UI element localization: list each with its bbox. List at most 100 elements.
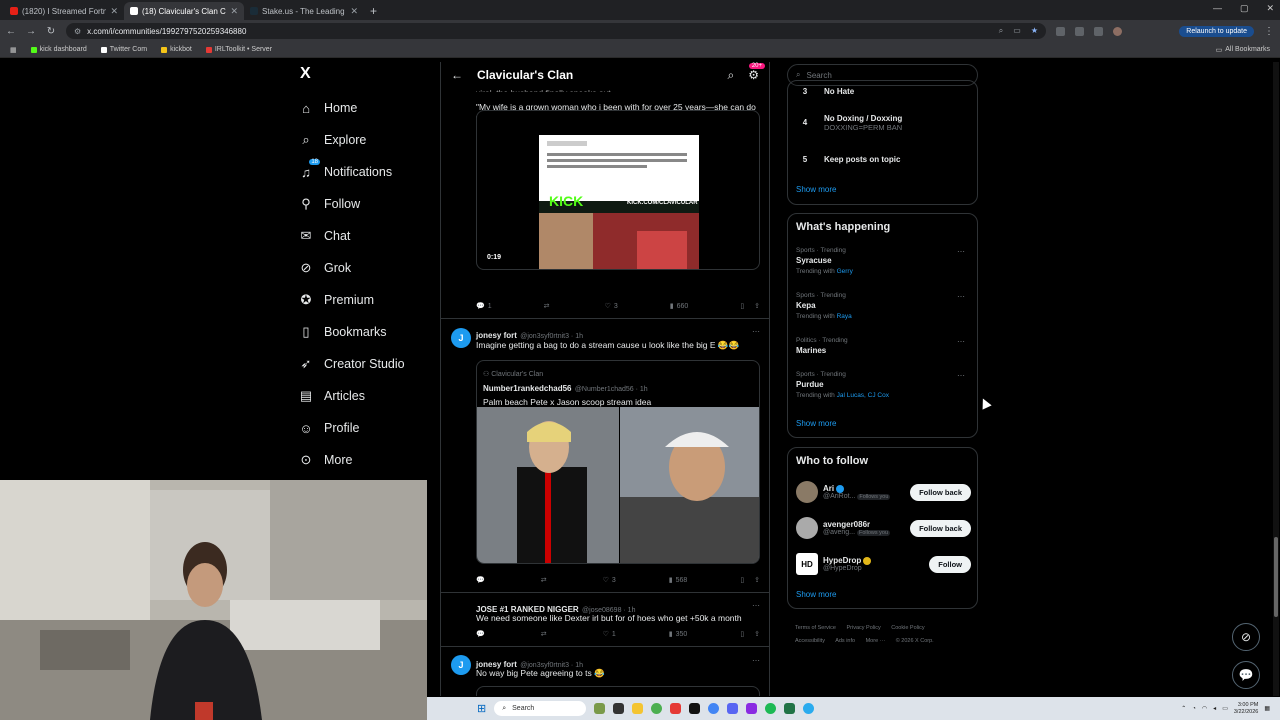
sidebar-item-bookmarks[interactable]: ▯ Bookmarks bbox=[298, 316, 438, 348]
repost-button[interactable]: ⇄ bbox=[541, 576, 550, 584]
downloads-icon[interactable] bbox=[1094, 26, 1103, 36]
more-options-icon[interactable]: ⋯ bbox=[752, 601, 760, 610]
sidebar-item-more[interactable]: ⊙ More bbox=[298, 444, 438, 476]
bookmark-icon[interactable]: ▯ bbox=[740, 576, 744, 584]
share-icon[interactable]: ⇪ bbox=[754, 302, 760, 310]
like-button[interactable]: ♡ 3 bbox=[605, 302, 618, 311]
messages-button[interactable]: 💬 bbox=[1232, 661, 1260, 689]
more-options-icon[interactable]: ⋯ bbox=[957, 371, 965, 380]
quoted-post-preview[interactable] bbox=[476, 686, 760, 696]
forward-icon[interactable]: → bbox=[26, 26, 36, 37]
quoted-post[interactable]: ⚇ Clavicular's Clan Number1rankedchad56 … bbox=[476, 360, 760, 564]
bookmark-item[interactable]: Twitter Com bbox=[100, 46, 147, 53]
maximize-icon[interactable]: ▢ bbox=[1240, 3, 1249, 14]
obs-icon[interactable] bbox=[689, 703, 701, 714]
sidebar-item-explore[interactable]: ⌕ Explore bbox=[298, 124, 438, 156]
scrollbar-thumb[interactable] bbox=[1274, 537, 1278, 617]
more-options-icon[interactable]: ⋯ bbox=[752, 656, 760, 665]
grok-button[interactable]: ⊘ bbox=[1232, 623, 1260, 651]
show-more-link[interactable]: Show more bbox=[796, 590, 836, 599]
sidebar-item-grok[interactable]: ⊘ Grok bbox=[298, 252, 438, 284]
post-video[interactable]: KICK KICK.COM/CLAVICULAR 0:19 bbox=[476, 110, 760, 270]
views-button[interactable]: ▮ 350 bbox=[669, 630, 688, 639]
follow-suggestion[interactable]: Ari @AriRot... Follows you Follow back bbox=[796, 480, 971, 504]
follow-suggestion[interactable]: HD HypeDrop @HypeDrop Follow bbox=[796, 552, 971, 576]
browser-tab[interactable]: (1820) I Streamed Fortnite for 1 ✕ bbox=[4, 2, 124, 20]
trend-item[interactable]: Politics · Trending Marines ⋯ bbox=[796, 337, 971, 355]
like-button[interactable]: ♡ 3 bbox=[603, 576, 616, 585]
relaunch-button[interactable]: Relaunch to update bbox=[1179, 25, 1254, 37]
follow-suggestion[interactable]: avenger086r @aveng... Follows you Follow … bbox=[796, 516, 971, 540]
show-more-link[interactable]: Show more bbox=[796, 419, 836, 428]
close-window-icon[interactable]: ✕ bbox=[1266, 3, 1274, 14]
footer-link[interactable]: Accessibility bbox=[795, 638, 825, 644]
extension-icon[interactable] bbox=[1075, 26, 1084, 36]
sidebar-item-notifications[interactable]: ♫ 18 Notifications bbox=[298, 156, 438, 188]
back-icon[interactable]: ← bbox=[6, 26, 16, 37]
volume-icon[interactable]: ◂ bbox=[1213, 705, 1216, 712]
sidebar-item-premium[interactable]: ✪ Premium bbox=[298, 284, 438, 316]
reply-button[interactable]: 💬 bbox=[476, 576, 488, 584]
taskbar-app-icon[interactable] bbox=[594, 703, 606, 714]
footer-link[interactable]: Ads info bbox=[835, 638, 855, 644]
apps-icon[interactable]: ▦ bbox=[10, 46, 17, 54]
follow-back-button[interactable]: Follow back bbox=[910, 483, 971, 501]
notification-center-icon[interactable]: ▦ bbox=[1264, 705, 1270, 712]
close-icon[interactable]: ✕ bbox=[110, 6, 118, 17]
extension-icon[interactable] bbox=[1056, 26, 1065, 36]
avatar[interactable]: J bbox=[451, 655, 471, 675]
trend-with-link[interactable]: Gerry bbox=[837, 268, 853, 275]
footer-link[interactable]: Terms of Service bbox=[795, 625, 836, 631]
search-icon[interactable]: ⌕ bbox=[728, 68, 735, 83]
footer-link[interactable]: More ··· bbox=[866, 638, 886, 644]
back-arrow-icon[interactable]: ← bbox=[451, 68, 463, 82]
excel-icon[interactable] bbox=[784, 703, 796, 714]
reply-button[interactable]: 💬 bbox=[476, 630, 488, 638]
sidebar-item-chat[interactable]: ✉ Chat bbox=[298, 220, 438, 252]
minimize-icon[interactable]: — bbox=[1213, 3, 1222, 14]
trend-item[interactable]: Sports · Trending Syracuse Trending with… bbox=[796, 247, 971, 275]
repost-button[interactable]: ⇄ bbox=[544, 302, 553, 310]
menu-icon[interactable]: ⋮ bbox=[1264, 26, 1274, 37]
taskbar-app-icon[interactable] bbox=[746, 703, 758, 714]
bookmark-icon[interactable]: ▯ bbox=[740, 302, 744, 310]
cast-icon[interactable]: ▭ bbox=[1013, 26, 1021, 36]
x-logo[interactable]: X bbox=[300, 62, 438, 86]
follow-back-button[interactable]: Follow back bbox=[910, 519, 971, 537]
sidebar-item-follow[interactable]: ⚲ Follow bbox=[298, 188, 438, 220]
new-tab-button[interactable]: + bbox=[370, 4, 377, 18]
show-more-link[interactable]: Show more bbox=[796, 185, 836, 194]
trend-item[interactable]: Sports · Trending Kepa Trending with Ray… bbox=[796, 292, 971, 320]
all-bookmarks[interactable]: ▭ All Bookmarks bbox=[1216, 46, 1270, 54]
windows-start-icon[interactable]: ⊞ bbox=[477, 702, 486, 715]
sidebar-item-home[interactable]: ⌂ Home bbox=[298, 92, 438, 124]
post-author[interactable]: jonesy fort bbox=[476, 331, 517, 340]
address-bar[interactable]: ⚙ x.com/i/communities/199279752025934688… bbox=[66, 23, 1046, 39]
footer-link[interactable]: Privacy Policy bbox=[847, 625, 881, 631]
reply-button[interactable]: 💬 1 bbox=[476, 302, 492, 311]
more-options-icon[interactable]: ⋯ bbox=[752, 327, 760, 336]
file-explorer-icon[interactable] bbox=[632, 703, 644, 714]
views-button[interactable]: ▮ 568 bbox=[669, 576, 688, 585]
repost-button[interactable]: ⇄ bbox=[541, 630, 550, 638]
bookmark-item[interactable]: kickbot bbox=[161, 46, 192, 53]
settings-icon[interactable]: ⚙ 20+ bbox=[748, 63, 765, 82]
views-button[interactable]: ▮ 660 bbox=[670, 302, 689, 311]
taskbar-app-icon[interactable] bbox=[670, 703, 682, 714]
chrome-icon[interactable] bbox=[651, 703, 663, 714]
browser-tab[interactable]: Stake.us - The Leading Social C ✕ bbox=[244, 2, 364, 20]
bookmark-icon[interactable]: ▯ bbox=[740, 630, 744, 638]
browser-tab-active[interactable]: (18) Clavicular's Clan Commun ✕ bbox=[124, 2, 244, 20]
discord-icon[interactable] bbox=[727, 703, 739, 714]
profile-avatar[interactable] bbox=[1113, 26, 1122, 36]
zoom-icon[interactable]: ⌕ bbox=[999, 26, 1003, 36]
battery-icon[interactable]: ▭ bbox=[1222, 705, 1228, 712]
close-icon[interactable]: ✕ bbox=[230, 6, 238, 17]
taskbar-search[interactable]: ⌕ Search bbox=[494, 701, 587, 716]
sidebar-item-profile[interactable]: ☺ Profile bbox=[298, 412, 438, 444]
telegram-icon[interactable] bbox=[803, 703, 815, 714]
more-options-icon[interactable]: ⋯ bbox=[957, 337, 965, 346]
footer-link[interactable]: Cookie Policy bbox=[891, 625, 924, 631]
more-options-icon[interactable]: ⋯ bbox=[957, 292, 965, 301]
avatar[interactable] bbox=[796, 481, 818, 503]
